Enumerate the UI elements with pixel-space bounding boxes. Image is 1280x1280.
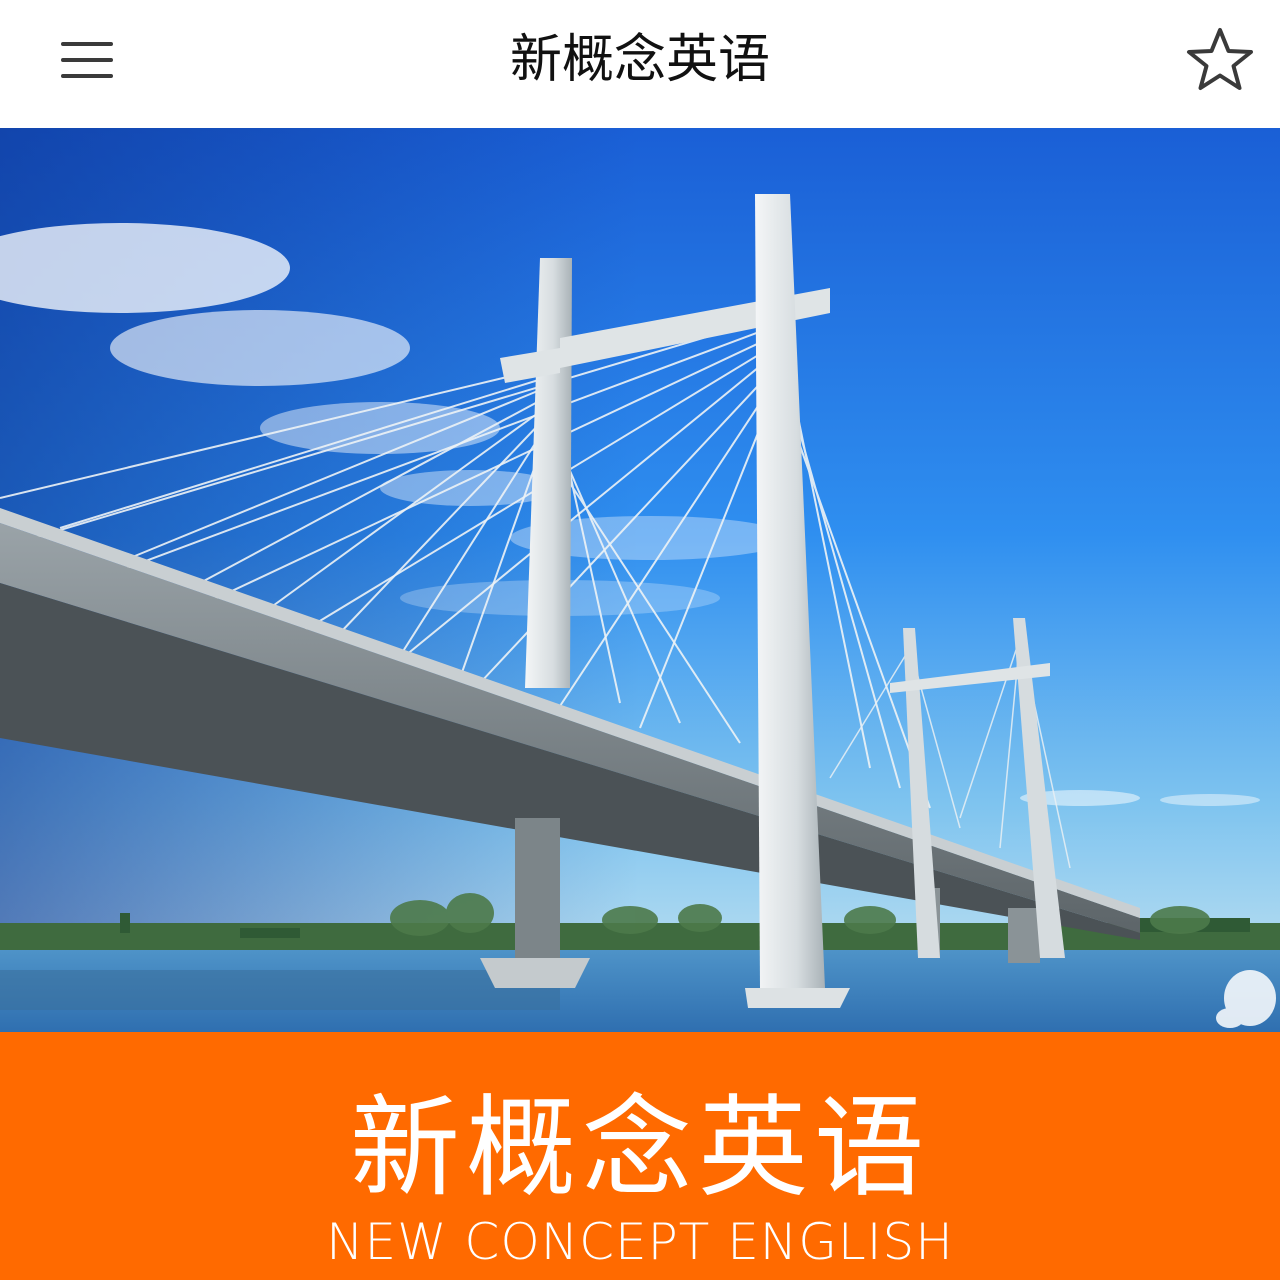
favorite-button[interactable]	[1184, 24, 1256, 96]
brand-title-en: NEW CONCEPT ENGLISH	[326, 1213, 954, 1271]
top-app-bar: 新概念英语	[0, 0, 1280, 128]
brand-title-cn: 新概念英语	[350, 1084, 930, 1212]
brand-banner: 新概念英语 NEW CONCEPT ENGLISH	[0, 1032, 1280, 1280]
app-screen: 新概念英语 新概念英语 NEW CONCEPT ENGLISH	[0, 0, 1280, 1280]
star-outline-icon	[1187, 28, 1253, 90]
menu-button[interactable]	[52, 30, 122, 90]
banner-image	[0, 128, 1280, 1032]
page-title: 新概念英语	[509, 30, 770, 90]
